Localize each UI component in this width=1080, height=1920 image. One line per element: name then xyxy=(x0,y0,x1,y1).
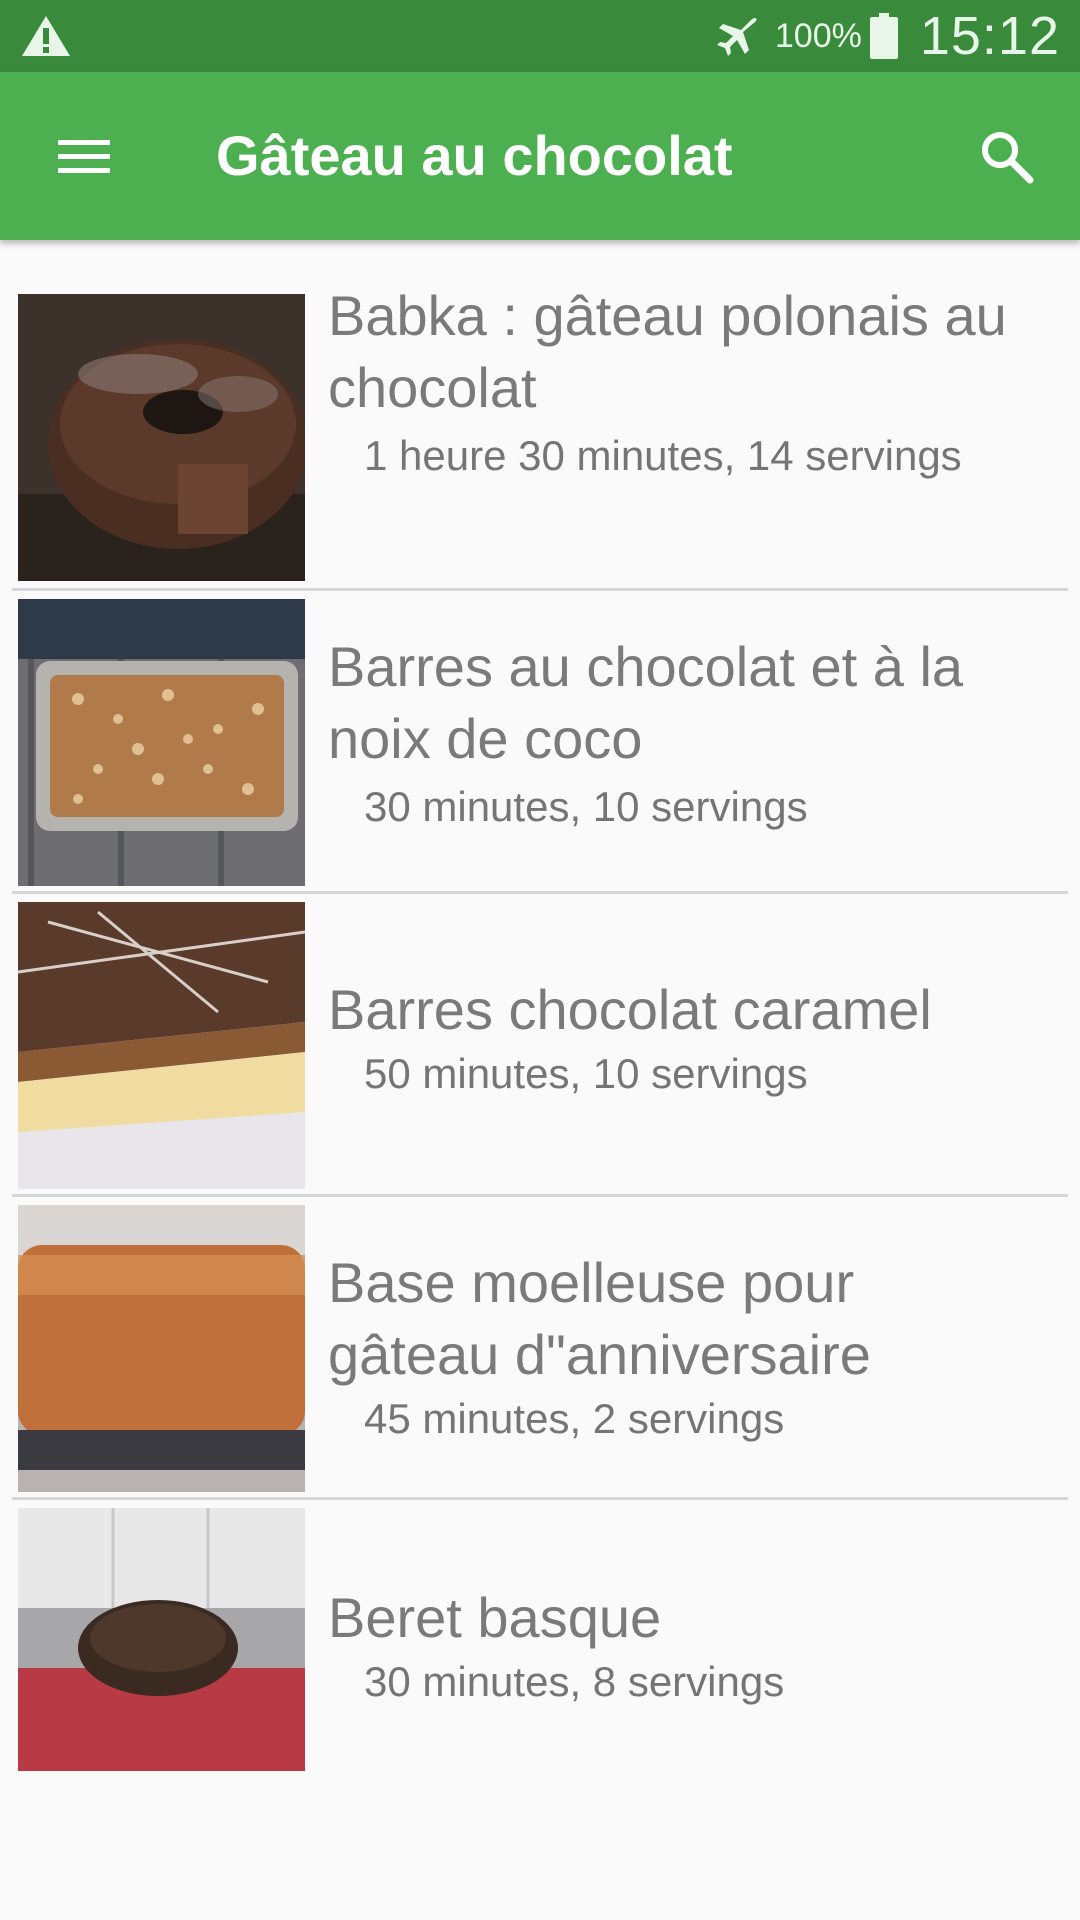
menu-button[interactable] xyxy=(40,116,128,196)
recipe-title-line1: Babka : gâteau polonais au xyxy=(328,284,1007,347)
recipe-thumbnail xyxy=(18,1508,305,1771)
recipe-title-line1: Barres chocolat caramel xyxy=(328,978,932,1041)
recipe-text: Barres au chocolat et à la noix de coco … xyxy=(328,631,1058,835)
recipe-text: Beret basque 30 minutes, 8 servings xyxy=(328,1582,1058,1710)
recipe-meta: 30 minutes, 8 servings xyxy=(364,1658,785,1705)
status-indicators: 100% 15:12 xyxy=(713,0,1060,72)
battery-icon xyxy=(869,13,898,59)
recipe-text: Babka : gâteau polonais au chocolat 1 he… xyxy=(328,280,1058,484)
page-title: Gâteau au chocolat xyxy=(216,124,733,187)
recipe-text: Base moelleuse pour gâteau d"anniversair… xyxy=(328,1247,1058,1447)
recipe-title-line2: noix de coco xyxy=(328,707,643,770)
menu-icon xyxy=(58,140,110,173)
recipe-item-base-moelleuse[interactable]: Base moelleuse pour gâteau d"anniversair… xyxy=(12,1197,1068,1500)
recipe-title-line1: Barres au chocolat et à la xyxy=(328,635,964,698)
recipe-meta: 1 heure 30 minutes, 14 servings xyxy=(364,432,962,479)
recipe-item-barres-caramel[interactable]: Barres chocolat caramel 50 minutes, 10 s… xyxy=(12,894,1068,1197)
status-bar: 100% 15:12 xyxy=(0,0,1080,72)
recipe-title-line1: Base moelleuse pour xyxy=(328,1251,855,1314)
recipe-title-line2: chocolat xyxy=(328,356,537,419)
recipe-meta: 45 minutes, 2 servings xyxy=(364,1395,785,1442)
recipe-thumbnail xyxy=(18,294,305,581)
recipe-meta: 30 minutes, 10 servings xyxy=(364,783,808,830)
recipe-thumbnail xyxy=(18,1205,305,1492)
recipe-title-line1: Beret basque xyxy=(328,1586,662,1649)
airplane-icon xyxy=(716,18,757,56)
recipe-item-barres-coco[interactable]: Barres au chocolat et à la noix de coco … xyxy=(12,591,1068,894)
warning-icon xyxy=(22,16,70,56)
search-icon xyxy=(982,132,1034,184)
recipe-title-line2: gâteau d"anniversaire xyxy=(328,1323,871,1386)
app-bar: Gâteau au chocolat xyxy=(0,72,1080,240)
clock: 15:12 xyxy=(919,6,1060,66)
search-button[interactable] xyxy=(962,116,1050,196)
recipe-meta: 50 minutes, 10 servings xyxy=(364,1050,808,1097)
battery-percentage: 100% xyxy=(774,16,862,55)
recipe-thumbnail xyxy=(18,902,305,1189)
recipe-text: Barres chocolat caramel 50 minutes, 10 s… xyxy=(328,974,1058,1102)
recipe-item-beret-basque[interactable]: Beret basque 30 minutes, 8 servings xyxy=(12,1500,1068,1800)
recipe-thumbnail xyxy=(18,599,305,886)
recipe-item-babka[interactable]: Babka : gâteau polonais au chocolat 1 he… xyxy=(12,240,1068,591)
